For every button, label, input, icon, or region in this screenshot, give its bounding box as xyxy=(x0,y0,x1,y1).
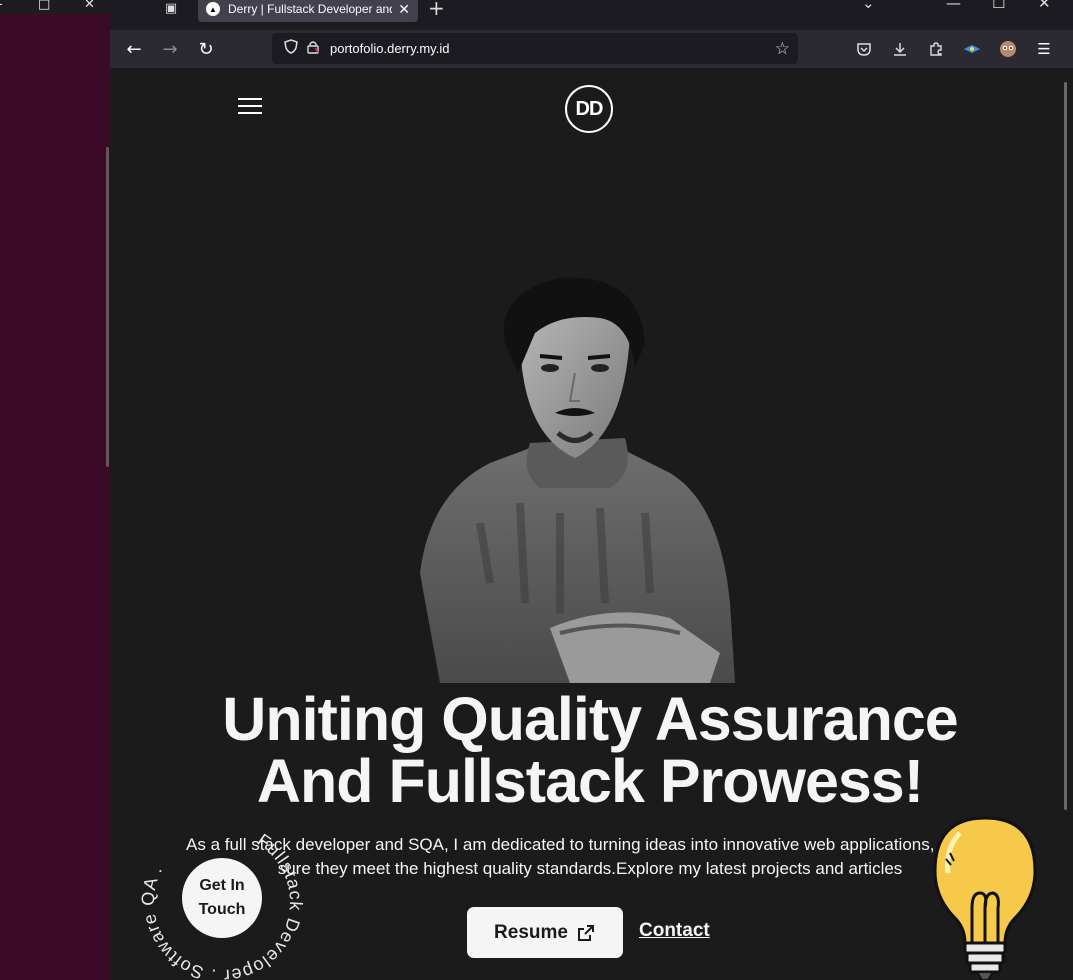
desktop-maximize-icon[interactable]: □ xyxy=(38,0,50,12)
page-scrollbar[interactable] xyxy=(1064,82,1067,810)
desktop-window-bar: - □ ✕ xyxy=(0,0,110,14)
lock-icon[interactable] xyxy=(302,40,324,58)
close-window-icon[interactable]: ✕ xyxy=(1038,0,1051,12)
tab-close-icon[interactable]: ✕ xyxy=(398,1,410,18)
desktop-background xyxy=(0,0,110,980)
desktop-close-icon[interactable]: ✕ xyxy=(84,0,95,12)
list-all-tabs-icon[interactable]: ⌄ xyxy=(862,0,875,12)
menu-icon[interactable]: ☰ xyxy=(1031,36,1057,62)
get-in-touch-widget[interactable]: Fullstack Developer . Software QA . Get … xyxy=(110,787,337,980)
extension-blue-icon[interactable] xyxy=(959,36,985,62)
resume-label: Resume xyxy=(494,921,568,943)
maximize-icon[interactable]: ☐ xyxy=(992,0,1005,12)
get-in-touch-line-2: Touch xyxy=(198,901,246,918)
minimize-icon[interactable]: — xyxy=(946,0,961,12)
desktop-minimize-icon[interactable]: - xyxy=(0,0,3,12)
page-content: DD Uniting Quality Assurance And Fullsta… xyxy=(110,68,1073,980)
tab-bar: ▣ ▲ Derry | Fullstack Developer and ✕ + … xyxy=(110,0,1073,30)
site-logo[interactable]: DD xyxy=(565,85,613,133)
get-in-touch-button[interactable]: Get In Touch xyxy=(182,858,262,938)
tab-list-icon[interactable]: ▣ xyxy=(160,0,182,16)
profile-icon[interactable] xyxy=(995,36,1021,62)
tab-active[interactable]: ▲ Derry | Fullstack Developer and ✕ xyxy=(198,0,418,22)
lightbulb-icon[interactable] xyxy=(930,813,1040,980)
profile-portrait-image xyxy=(420,277,735,683)
site-favicon-icon: ▲ xyxy=(206,2,220,16)
forward-button[interactable]: → xyxy=(156,36,184,62)
back-button[interactable]: ← xyxy=(120,36,148,62)
url-bar[interactable]: portofolio.derry.my.id ☆ xyxy=(272,33,798,64)
headline-line-2: And Fullstack Prowess! xyxy=(256,747,924,815)
browser-window: ▣ ▲ Derry | Fullstack Developer and ✕ + … xyxy=(110,0,1073,980)
hero-headline: Uniting Quality Assurance And Fullstack … xyxy=(150,688,1030,812)
get-in-touch-line-1: Get In xyxy=(199,877,245,894)
download-icon[interactable] xyxy=(887,36,913,62)
bookmark-star-icon[interactable]: ☆ xyxy=(775,39,790,59)
external-link-icon xyxy=(577,924,594,941)
extensions-icon[interactable] xyxy=(923,36,949,62)
shield-icon[interactable] xyxy=(280,39,302,58)
contact-link[interactable]: Contact xyxy=(639,920,710,942)
hamburger-menu-icon[interactable] xyxy=(238,98,262,114)
resume-button[interactable]: Resume xyxy=(467,907,623,958)
navigation-toolbar: ← → ↻ portofolio.derry.my.id ☆ ☰ xyxy=(110,30,1073,68)
new-tab-button[interactable]: + xyxy=(428,0,445,20)
headline-line-1: Uniting Quality Assurance xyxy=(222,685,958,753)
url-text[interactable]: portofolio.derry.my.id xyxy=(330,41,449,56)
pocket-icon[interactable] xyxy=(851,36,877,62)
reload-button[interactable]: ↻ xyxy=(192,36,220,62)
tab-title: Derry | Fullstack Developer and xyxy=(228,2,393,16)
desktop-scrollbar[interactable] xyxy=(106,147,109,467)
